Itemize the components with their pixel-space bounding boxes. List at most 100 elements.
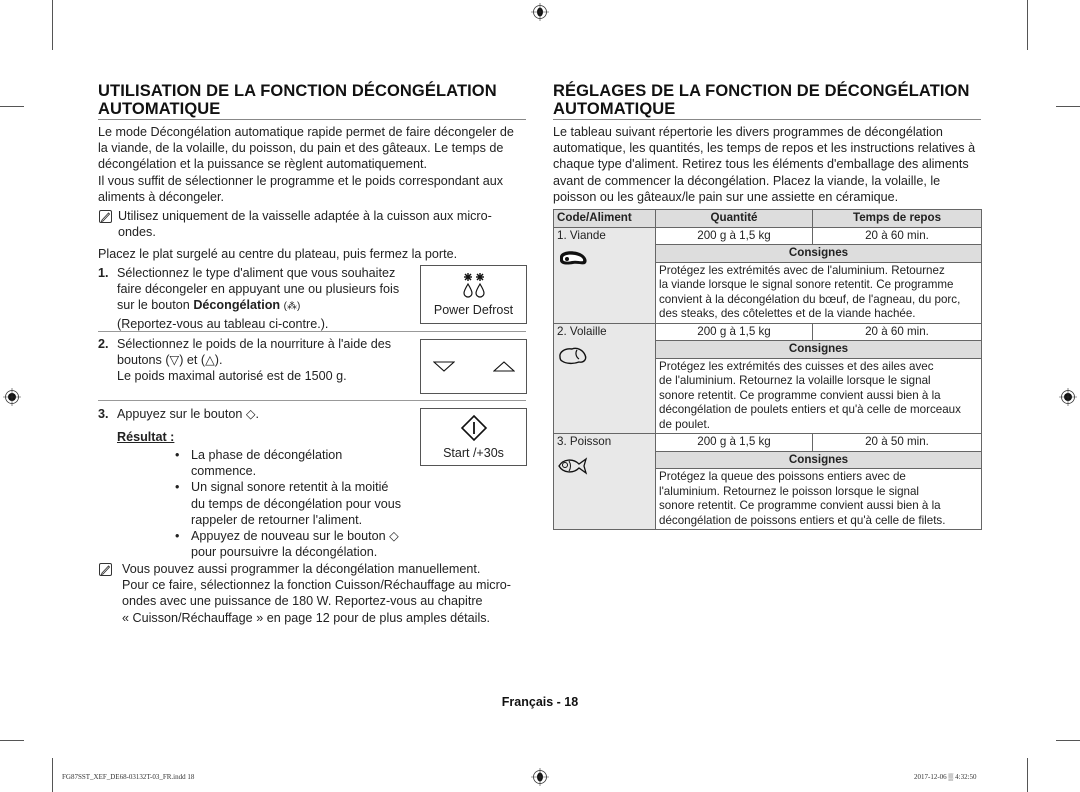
step-number: 1.: [98, 266, 109, 280]
instruction-line: sonore retentit. Ce programme convient a…: [659, 388, 941, 402]
step-number: 2.: [98, 337, 109, 351]
intro-line: Le mode Décongélation automatique rapide…: [98, 125, 514, 139]
note-line: Pour ce faire, sélectionnez la fonction …: [122, 578, 511, 593]
power-defrost-button[interactable]: Power Defrost: [420, 265, 527, 324]
title-line: RÉGLAGES DE LA FONCTION DE DÉCONGÉLATION: [553, 82, 970, 100]
instruction-line: décongélation de poissons entiers et qu'…: [659, 513, 946, 527]
consignes-header: Consignes: [655, 244, 982, 263]
instruction-line: convient à la décongélation du bœuf, de …: [659, 292, 961, 306]
defrost-button-name: Décongélation: [193, 298, 281, 313]
rest-time-cell: 20 à 60 min.: [812, 322, 982, 341]
instruction-line: sonore retentit. Ce programme convient a…: [659, 499, 941, 512]
start-label: Start /+30s: [443, 446, 504, 460]
instruction-line: la viande lorsque le signal sonore reten…: [659, 278, 954, 291]
bullet-line: Un signal sonore retentit à la moitié: [191, 480, 389, 495]
instruction-line: de poulet.: [659, 417, 710, 431]
step-line: Appuyez sur le bouton ◇.: [117, 407, 260, 421]
step-1: 1. Sélectionnez le type d'aliment que vo…: [98, 265, 418, 332]
defrost-table: Code/Aliment Quantité Temps de repos 1. …: [553, 209, 982, 530]
power-defrost-label: Power Defrost: [433, 303, 514, 317]
bullet-line: du temps de décongélation pour vous: [191, 496, 402, 511]
title-line: AUTOMATIQUE: [98, 100, 221, 118]
bullet-item: • Un signal sonore retentit à la moitié …: [172, 479, 422, 528]
place-instruction: Placez le plat surgelé au centre du plat…: [98, 247, 458, 261]
note-vaisselle: Utilisez uniquement de la vaisselle adap…: [118, 208, 538, 240]
right-intro: Le tableau suivant répertorie les divers…: [553, 124, 993, 205]
divider: [98, 331, 526, 332]
power-defrost-icon: [463, 273, 485, 298]
meat-icon: [560, 251, 587, 265]
code-cell: 1. Viande: [553, 226, 656, 324]
bullet-line: Appuyez de nouveau sur le bouton ◇: [191, 529, 399, 544]
registration-mark-icon: [531, 3, 549, 21]
bullet-item: • Appuyez de nouveau sur le bouton ◇ pou…: [172, 528, 422, 560]
title-line: UTILISATION DE LA FONCTION DÉCONGÉLATION: [98, 82, 497, 100]
header-code: Code/Aliment: [553, 209, 656, 228]
weight-buttons-panel: [420, 339, 527, 394]
poultry-icon: [559, 347, 587, 365]
fish-icon: [558, 456, 588, 475]
right-section-title: RÉGLAGES DE LA FONCTION DE DÉCONGÉLATION…: [553, 82, 981, 120]
up-arrow-icon[interactable]: [493, 360, 515, 372]
note-icon: [99, 210, 112, 223]
result-label: Résultat :: [117, 430, 175, 444]
code-cell: 3. Poisson: [553, 433, 656, 530]
quantity-cell: 200 g à 1,5 kg: [655, 433, 813, 452]
left-section-title: UTILISATION DE LA FONCTION DÉCONGÉLATION…: [98, 82, 526, 120]
food-code: 1. Viande: [557, 228, 606, 242]
down-arrow-icon[interactable]: [433, 361, 455, 373]
rest-time-cell: 20 à 50 min.: [812, 433, 982, 452]
intro-line: aliments à décongeler.: [98, 189, 225, 204]
instructions-cell: Protégez les extrémités avec de l'alumin…: [655, 261, 982, 324]
intro-line: décongélation et la puissance se règlent…: [98, 157, 428, 172]
instruction-line: des steaks, des côtelettes et de la vian…: [659, 307, 916, 320]
crop-mark: [52, 758, 53, 792]
start-button[interactable]: Start /+30s: [420, 408, 527, 466]
note-line: Utilisez uniquement de la vaisselle adap…: [118, 209, 492, 223]
quantity-cell: 200 g à 1,5 kg: [655, 322, 813, 341]
note-manual-defrost: Vous pouvez aussi programmer la décongél…: [122, 561, 542, 626]
note-line: ondes.: [118, 225, 156, 240]
note-line: Vous pouvez aussi programmer la décongél…: [122, 562, 481, 576]
bullet-line: rappeler de retourner l'aliment.: [191, 512, 363, 527]
intro-line: automatique, les quantités, les temps de…: [553, 141, 976, 156]
bullet-dot: •: [175, 529, 180, 544]
table-row: 3. Poisson 200 g à 1,5 kg 20 à 50 min.: [553, 433, 982, 530]
header-quantity: Quantité: [655, 209, 813, 228]
crop-mark: [0, 106, 24, 107]
instruction-line: décongélation de poulets entiers et qu'à…: [659, 403, 961, 416]
crop-mark: [1027, 758, 1028, 792]
step-line: faire décongeler en appuyant une ou plus…: [117, 282, 400, 297]
consignes-header: Consignes: [655, 450, 982, 469]
table-header-row: Code/Aliment Quantité Temps de repos: [553, 209, 982, 228]
left-intro: Le mode Décongélation automatique rapide…: [98, 124, 538, 205]
crop-mark: [0, 740, 24, 741]
step-3: 3. Appuyez sur le bouton ◇.: [98, 406, 418, 422]
intro-line: poisson ou les gâteaux/le pain sur une a…: [553, 189, 899, 204]
instructions-cell: Protégez les extrémités des cuisses et d…: [655, 357, 982, 434]
bullet-line: La phase de décongélation: [191, 448, 343, 462]
intro-line: chaque type d'aliment. Retirez tous les …: [553, 157, 969, 172]
note-line: ondes avec une puissance de 180 W. Repor…: [122, 594, 483, 609]
page-number: Français - 18: [501, 695, 579, 709]
step-line: (Reportez-vous au tableau ci-contre.).: [117, 316, 329, 331]
rest-time-cell: 20 à 60 min.: [812, 226, 982, 245]
registration-mark-icon: [531, 768, 549, 786]
intro-line: la viande, de la volaille, du poisson, d…: [98, 141, 504, 156]
step-line: Sélectionnez le poids de la nourriture à…: [117, 337, 392, 351]
registration-mark-icon: [1059, 388, 1077, 406]
step-line: boutons (▽) et (△).: [117, 353, 223, 368]
intro-line: avant de commencer la décongélation. Pla…: [553, 173, 941, 188]
quantity-cell: 200 g à 1,5 kg: [655, 226, 813, 245]
step-line: Sélectionnez le type d'aliment que vous …: [117, 266, 396, 280]
instruction-line: Protégez la queue des poissons entiers a…: [659, 470, 906, 483]
divider: [98, 400, 526, 401]
intro-line: Il vous suffit de sélectionner le progra…: [98, 173, 504, 188]
bullet-dot: •: [175, 480, 180, 495]
table-row: 2. Volaille 200 g à 1,5 kg 20 à 60 min.: [553, 322, 982, 434]
food-code: 2. Volaille: [557, 324, 607, 338]
instruction-line: Protégez les extrémités avec de l'alumin…: [659, 263, 945, 277]
instruction-line: Protégez les extrémités des cuisses et d…: [659, 359, 934, 373]
registration-mark-icon: [3, 388, 21, 406]
step-line: Le poids maximal autorisé est de 1500 g.: [117, 369, 347, 384]
